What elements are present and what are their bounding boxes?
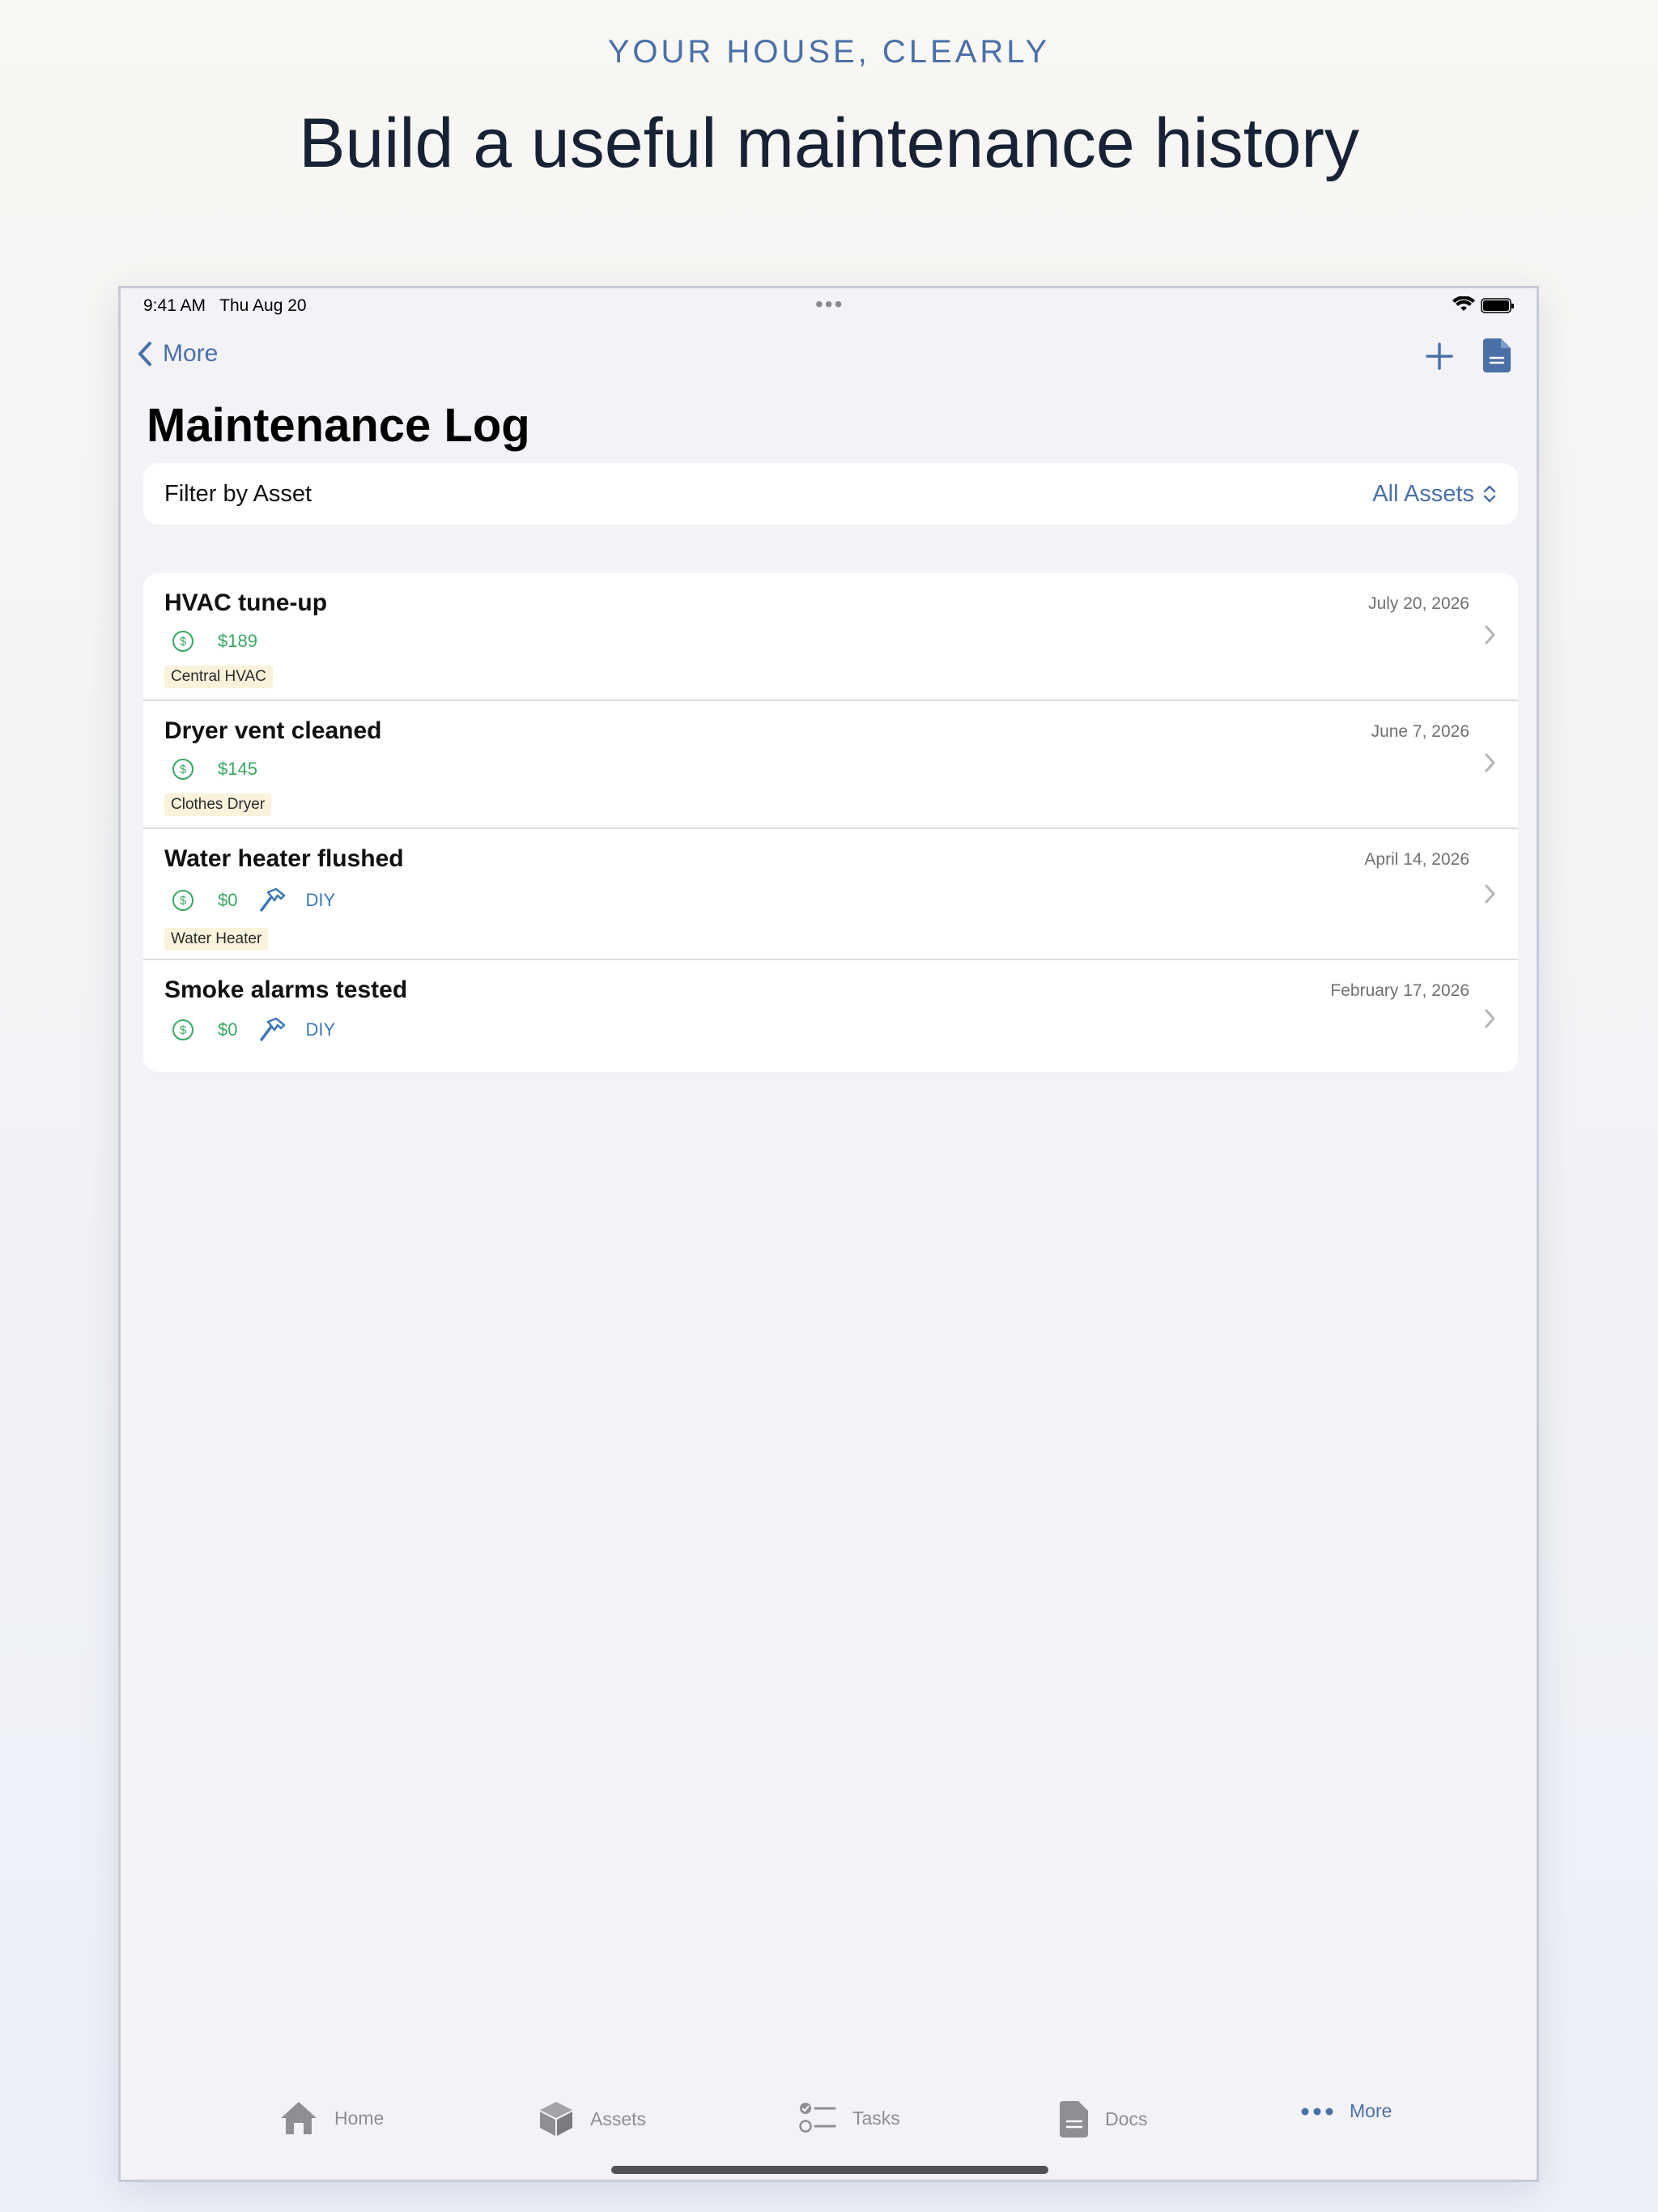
- tab-bar: Home Assets Tasks Docs More: [121, 2100, 1537, 2157]
- entry-date: July 20, 2026: [1368, 594, 1469, 613]
- chevron-right-icon: [1485, 884, 1495, 904]
- tab-docs[interactable]: Docs: [1060, 2100, 1147, 2138]
- dollar-circle-icon: $: [172, 759, 193, 780]
- asset-filter: Filter by Asset All Assets: [143, 463, 1518, 525]
- chevron-right-icon: [1485, 753, 1495, 772]
- dollar-circle-icon: $: [172, 1019, 193, 1040]
- tab-more[interactable]: More: [1301, 2100, 1392, 2122]
- asset-tag: Clothes Dryer: [164, 793, 272, 816]
- back-label: More: [163, 340, 219, 367]
- list-item[interactable]: HVAC tune-up July 20, 2026 $ $189 Centra…: [143, 573, 1518, 701]
- dollar-circle-icon: $: [172, 631, 193, 652]
- document-icon: [1060, 2101, 1088, 2138]
- home-indicator[interactable]: [611, 2166, 1048, 2174]
- entry-meta: $ $0 DIY: [164, 1017, 335, 1043]
- tab-label: Tasks: [852, 2107, 900, 2129]
- asset-tag: Water Heater: [164, 928, 269, 951]
- chevron-left-icon: [138, 342, 151, 366]
- entry-cost: $189: [218, 631, 257, 651]
- tab-label: More: [1350, 2100, 1392, 2121]
- tab-label: Assets: [590, 2108, 647, 2129]
- entry-date: June 7, 2026: [1371, 722, 1469, 741]
- entry-cost: $0: [218, 890, 238, 910]
- cube-icon: [540, 2102, 572, 2136]
- multitasking-dots-icon[interactable]: •••: [815, 291, 844, 317]
- dollar-circle-icon: $: [172, 890, 193, 911]
- status-indicators: [1452, 296, 1517, 314]
- entry-meta: $ $189: [164, 628, 257, 654]
- filter-label: Filter by Asset: [164, 480, 312, 507]
- entry-date: April 14, 2026: [1364, 850, 1469, 869]
- diy-label: DIY: [305, 890, 336, 910]
- asset-tag: Central HVAC: [164, 666, 273, 688]
- hammer-icon: [260, 1017, 287, 1043]
- plus-icon: [1426, 342, 1453, 370]
- diy-label: DIY: [305, 1019, 336, 1040]
- entry-name: Smoke alarms tested: [164, 976, 408, 1003]
- tab-tasks[interactable]: Tasks: [799, 2100, 900, 2136]
- tab-assets[interactable]: Assets: [538, 2100, 646, 2138]
- export-document-button[interactable]: [1483, 338, 1511, 376]
- tab-label: Docs: [1105, 2108, 1148, 2129]
- tab-label: Home: [334, 2107, 385, 2129]
- entry-cost: $0: [218, 1019, 238, 1040]
- maintenance-list: HVAC tune-up July 20, 2026 $ $189 Centra…: [143, 573, 1518, 1072]
- list-item[interactable]: Smoke alarms tested February 17, 2026 $ …: [143, 960, 1518, 1072]
- entry-name: Dryer vent cleaned: [164, 717, 382, 744]
- marketing-headline: Build a useful maintenance history: [299, 104, 1359, 182]
- chevron-right-icon: [1485, 1009, 1495, 1028]
- tab-home[interactable]: Home: [279, 2100, 384, 2136]
- checklist-icon: [799, 2103, 836, 2133]
- entry-cost: $145: [218, 759, 257, 779]
- filter-value: All Assets: [1372, 480, 1474, 507]
- asset-filter-picker[interactable]: All Assets: [1372, 481, 1497, 508]
- chevron-right-icon: [1485, 625, 1495, 644]
- entry-date: February 17, 2026: [1330, 981, 1469, 1000]
- wifi-battery-icon: [1452, 296, 1514, 313]
- entry-meta: $ $145: [164, 756, 257, 782]
- ipad-screen: 9:41 AM Thu Aug 20 ••• More Maintenance …: [118, 286, 1539, 2182]
- list-item[interactable]: Dryer vent cleaned June 7, 2026 $ $145 C…: [143, 701, 1518, 829]
- marketing-eyebrow: YOUR HOUSE, CLEARLY: [607, 34, 1051, 70]
- list-item[interactable]: Water heater flushed April 14, 2026 $ $0…: [143, 829, 1518, 960]
- chevron-updown-icon: [1483, 485, 1496, 503]
- entry-meta: $ $0 DIY: [164, 887, 335, 913]
- back-button[interactable]: More: [137, 340, 218, 368]
- status-time: 9:41 AM Thu Aug 20: [143, 296, 307, 315]
- add-entry-button[interactable]: [1425, 342, 1454, 375]
- document-icon: [1483, 338, 1511, 372]
- house-icon: [281, 2102, 317, 2134]
- ellipsis-icon: [1301, 2108, 1333, 2115]
- entry-name: HVAC tune-up: [164, 589, 328, 616]
- page-title: Maintenance Log: [147, 399, 530, 452]
- hammer-icon: [260, 887, 287, 913]
- entry-name: Water heater flushed: [164, 845, 404, 872]
